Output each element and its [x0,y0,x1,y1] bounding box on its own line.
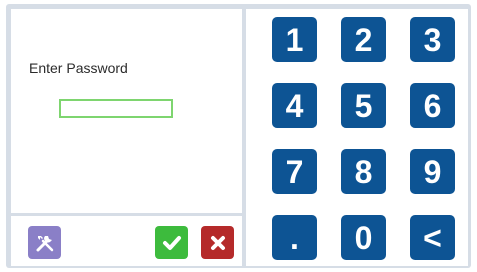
key-0[interactable]: 0 [341,215,386,260]
password-prompt-label: Enter Password [29,60,128,76]
key-4[interactable]: 4 [272,83,317,128]
confirm-button[interactable] [155,226,188,259]
key-decimal[interactable]: . [272,215,317,260]
checkmark-icon [162,235,181,250]
password-field[interactable] [59,99,173,118]
password-panel: Enter Password [11,9,242,213]
key-1[interactable]: 1 [272,17,317,62]
key-8[interactable]: 8 [341,149,386,194]
key-backspace[interactable]: < [410,215,455,260]
key-6[interactable]: 6 [410,83,455,128]
tools-button[interactable] [28,226,61,259]
key-9[interactable]: 9 [410,149,455,194]
key-2[interactable]: 2 [341,17,386,62]
action-bar [11,216,242,266]
close-icon [210,235,225,250]
cancel-button[interactable] [201,226,234,259]
key-7[interactable]: 7 [272,149,317,194]
numeric-keypad: 1 2 3 4 5 6 7 8 9 . 0 < [246,9,468,266]
tools-icon [36,235,53,251]
key-5[interactable]: 5 [341,83,386,128]
key-3[interactable]: 3 [410,17,455,62]
